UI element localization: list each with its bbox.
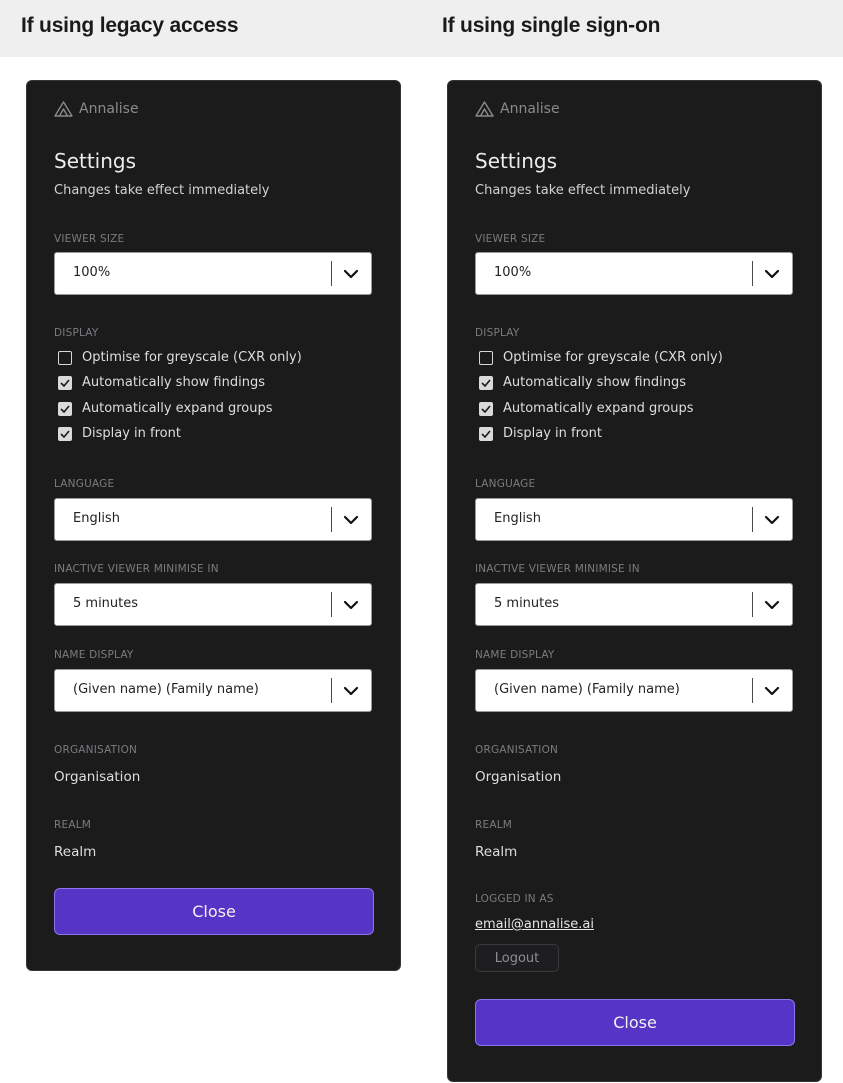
chevron-down-icon[interactable] (342, 598, 360, 612)
inactive-minimise-value: 5 minutes (73, 596, 139, 611)
checkbox-checked-icon[interactable] (58, 401, 72, 416)
checkbox-checked-icon[interactable] (479, 426, 493, 441)
checkbox-show-findings[interactable]: Automatically show findings (58, 375, 265, 390)
language-label: LANGUAGE (54, 478, 115, 490)
brand-name: Annalise (500, 101, 560, 117)
viewer-size-value: 100% (73, 265, 111, 280)
viewer-size-label: VIEWER SIZE (475, 233, 546, 245)
checkbox-display-in-front[interactable]: Display in front (479, 426, 602, 441)
checkbox-label: Automatically expand groups (503, 401, 694, 416)
close-button[interactable]: Close (475, 999, 795, 1046)
organisation-label: ORGANISATION (54, 744, 138, 756)
display-label: DISPLAY (54, 327, 99, 339)
chevron-down-icon[interactable] (342, 684, 360, 698)
checkbox-checked-icon[interactable] (479, 401, 493, 416)
settings-subtitle: Changes take effect immediately (475, 183, 691, 198)
settings-panel-legacy: Annalise Settings Changes take effect im… (26, 80, 401, 971)
inactive-minimise-select[interactable]: 5 minutes (475, 583, 793, 626)
viewer-size-label: VIEWER SIZE (54, 233, 125, 245)
viewer-size-select[interactable]: 100% (475, 252, 793, 295)
organisation-label: ORGANISATION (475, 744, 559, 756)
brand-name: Annalise (79, 101, 139, 117)
inactive-minimise-label: INACTIVE VIEWER MINIMISE IN (54, 563, 219, 575)
name-display-select[interactable]: (Given name) (Family name) (54, 669, 372, 712)
close-button[interactable]: Close (54, 888, 374, 935)
inactive-minimise-label: INACTIVE VIEWER MINIMISE IN (475, 563, 640, 575)
checkbox-label: Automatically show findings (503, 375, 686, 390)
realm-value: Realm (54, 844, 97, 860)
chevron-down-icon[interactable] (763, 598, 781, 612)
select-divider (752, 592, 753, 617)
checkbox-display-in-front[interactable]: Display in front (58, 426, 181, 441)
checkbox-label: Automatically show findings (82, 375, 265, 390)
name-display-value: (Given name) (Family name) (73, 682, 259, 697)
settings-panel-sso: Annalise Settings Changes take effect im… (447, 80, 822, 1082)
select-divider (331, 592, 332, 617)
settings-title: Settings (475, 149, 558, 173)
checkbox-show-findings[interactable]: Automatically show findings (479, 375, 686, 390)
organisation-value: Organisation (475, 769, 562, 785)
realm-label: REALM (54, 819, 92, 831)
select-divider (752, 678, 753, 703)
checkbox-greyscale[interactable]: Optimise for greyscale (CXR only) (58, 350, 302, 365)
realm-label: REALM (475, 819, 513, 831)
viewer-size-select[interactable]: 100% (54, 252, 372, 295)
chevron-down-icon[interactable] (763, 513, 781, 527)
settings-title: Settings (54, 149, 137, 173)
inactive-minimise-select[interactable]: 5 minutes (54, 583, 372, 626)
chevron-down-icon[interactable] (763, 267, 781, 281)
select-divider (331, 678, 332, 703)
select-divider (331, 261, 332, 286)
checkbox-label: Optimise for greyscale (CXR only) (82, 350, 302, 365)
logout-button[interactable]: Logout (475, 944, 559, 972)
language-value: English (73, 511, 120, 526)
checkbox-checked-icon[interactable] (479, 375, 493, 390)
checkbox-unchecked-icon[interactable] (479, 350, 493, 365)
language-value: English (494, 511, 541, 526)
brand: Annalise (54, 100, 139, 118)
checkbox-label: Optimise for greyscale (CXR only) (503, 350, 723, 365)
name-display-select[interactable]: (Given name) (Family name) (475, 669, 793, 712)
select-divider (752, 507, 753, 532)
brand: Annalise (475, 100, 560, 118)
settings-subtitle: Changes take effect immediately (54, 183, 270, 198)
name-display-value: (Given name) (Family name) (494, 682, 680, 697)
checkbox-expand-groups[interactable]: Automatically expand groups (479, 401, 694, 416)
checkbox-label: Display in front (82, 426, 181, 441)
checkbox-greyscale[interactable]: Optimise for greyscale (CXR only) (479, 350, 723, 365)
logged-in-label: LOGGED IN AS (475, 893, 554, 905)
heading-legacy-access: If using legacy access (21, 14, 239, 37)
viewer-size-value: 100% (494, 265, 532, 280)
language-select[interactable]: English (54, 498, 372, 541)
organisation-value: Organisation (54, 769, 141, 785)
chevron-down-icon[interactable] (342, 267, 360, 281)
select-divider (752, 261, 753, 286)
logged-in-email[interactable]: email@annalise.ai (475, 917, 594, 932)
chevron-down-icon[interactable] (763, 684, 781, 698)
select-divider (331, 507, 332, 532)
checkbox-checked-icon[interactable] (58, 426, 72, 441)
name-display-label: NAME DISPLAY (475, 649, 555, 661)
heading-single-sign-on: If using single sign-on (442, 14, 661, 37)
realm-value: Realm (475, 844, 518, 860)
checkbox-label: Display in front (503, 426, 602, 441)
chevron-down-icon[interactable] (342, 513, 360, 527)
checkbox-expand-groups[interactable]: Automatically expand groups (58, 401, 273, 416)
language-label: LANGUAGE (475, 478, 536, 490)
checkbox-unchecked-icon[interactable] (58, 350, 72, 365)
annalise-logo-icon (475, 101, 494, 117)
annalise-logo-icon (54, 101, 73, 117)
name-display-label: NAME DISPLAY (54, 649, 134, 661)
checkbox-checked-icon[interactable] (58, 375, 72, 390)
checkbox-label: Automatically expand groups (82, 401, 273, 416)
display-label: DISPLAY (475, 327, 520, 339)
language-select[interactable]: English (475, 498, 793, 541)
inactive-minimise-value: 5 minutes (494, 596, 560, 611)
